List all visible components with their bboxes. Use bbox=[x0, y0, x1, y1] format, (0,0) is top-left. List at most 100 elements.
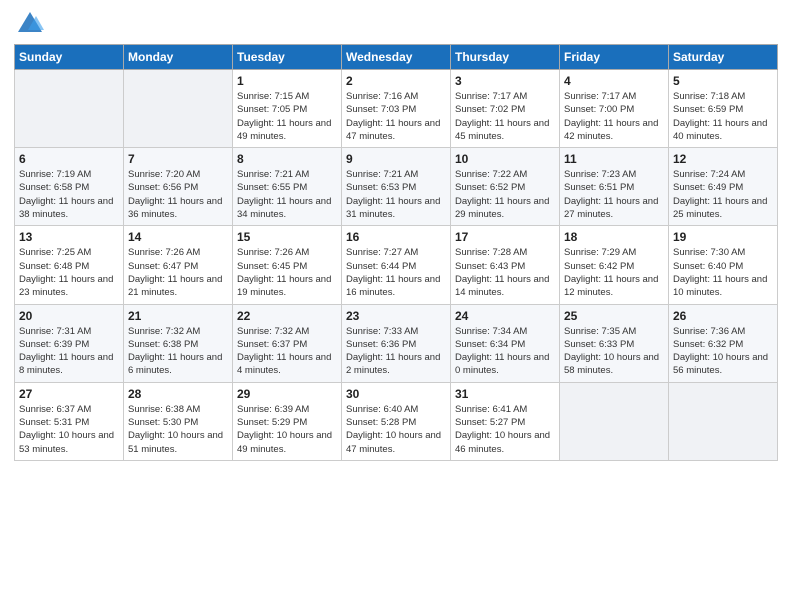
day-number: 24 bbox=[455, 309, 555, 323]
day-info: Sunrise: 7:18 AM Sunset: 6:59 PM Dayligh… bbox=[673, 90, 773, 143]
calendar-header-friday: Friday bbox=[560, 45, 669, 70]
day-info: Sunrise: 7:21 AM Sunset: 6:53 PM Dayligh… bbox=[346, 168, 446, 221]
page: SundayMondayTuesdayWednesdayThursdayFrid… bbox=[0, 0, 792, 612]
day-info: Sunrise: 7:29 AM Sunset: 6:42 PM Dayligh… bbox=[564, 246, 664, 299]
calendar-cell: 6 Sunrise: 7:19 AM Sunset: 6:58 PM Daylig… bbox=[15, 148, 124, 226]
day-number: 27 bbox=[19, 387, 119, 401]
calendar-cell: 20Sunrise: 7:31 AM Sunset: 6:39 PM Dayli… bbox=[15, 304, 124, 382]
day-info: Sunrise: 7:19 AM Sunset: 6:58 PM Dayligh… bbox=[19, 168, 119, 221]
calendar-header-row: SundayMondayTuesdayWednesdayThursdayFrid… bbox=[15, 45, 778, 70]
logo-icon bbox=[16, 10, 44, 38]
calendar-cell bbox=[560, 382, 669, 460]
day-number: 6 bbox=[19, 152, 119, 166]
calendar-cell: 24 Sunrise: 7:34 AM Sunset: 6:34 PM Dayli… bbox=[451, 304, 560, 382]
day-info: Sunrise: 7:21 AM Sunset: 6:55 PM Dayligh… bbox=[237, 168, 337, 221]
day-number: 5 bbox=[673, 74, 773, 88]
day-info: Sunrise: 7:27 AM Sunset: 6:44 PM Dayligh… bbox=[346, 246, 446, 299]
day-info: Sunrise: 6:40 AM Sunset: 5:28 PM Dayligh… bbox=[346, 403, 446, 456]
calendar-cell: 21Sunrise: 7:32 AM Sunset: 6:38 PM Dayli… bbox=[124, 304, 233, 382]
day-info: Sunrise: 7:17 AM Sunset: 7:00 PM Dayligh… bbox=[564, 90, 664, 143]
day-number: 8 bbox=[237, 152, 337, 166]
day-info: Sunrise: 7:20 AM Sunset: 6:56 PM Dayligh… bbox=[128, 168, 228, 221]
calendar-cell bbox=[124, 70, 233, 148]
day-info: Sunrise: 7:31 AM Sunset: 6:39 PM Dayligh… bbox=[19, 325, 119, 378]
day-number: 2 bbox=[346, 74, 446, 88]
day-number: 30 bbox=[346, 387, 446, 401]
calendar-cell: 16 Sunrise: 7:27 AM Sunset: 6:44 PM Dayli… bbox=[342, 226, 451, 304]
calendar-cell: 4 Sunrise: 7:17 AM Sunset: 7:00 PM Daylig… bbox=[560, 70, 669, 148]
calendar-week-row: 27 Sunrise: 6:37 AM Sunset: 5:31 PM Dayli… bbox=[15, 382, 778, 460]
day-info: Sunrise: 7:33 AM Sunset: 6:36 PM Dayligh… bbox=[346, 325, 446, 378]
calendar-cell: 10 Sunrise: 7:22 AM Sunset: 6:52 PM Dayli… bbox=[451, 148, 560, 226]
calendar-header-wednesday: Wednesday bbox=[342, 45, 451, 70]
day-number: 15 bbox=[237, 230, 337, 244]
day-number: 10 bbox=[455, 152, 555, 166]
calendar-cell: 17 Sunrise: 7:28 AM Sunset: 6:43 PM Dayli… bbox=[451, 226, 560, 304]
calendar-table: SundayMondayTuesdayWednesdayThursdayFrid… bbox=[14, 44, 778, 461]
calendar-cell: 2 Sunrise: 7:16 AM Sunset: 7:03 PM Daylig… bbox=[342, 70, 451, 148]
calendar-header-monday: Monday bbox=[124, 45, 233, 70]
calendar-cell: 5 Sunrise: 7:18 AM Sunset: 6:59 PM Daylig… bbox=[669, 70, 778, 148]
calendar-cell: 27 Sunrise: 6:37 AM Sunset: 5:31 PM Dayli… bbox=[15, 382, 124, 460]
calendar-cell: 8 Sunrise: 7:21 AM Sunset: 6:55 PM Daylig… bbox=[233, 148, 342, 226]
day-number: 21 bbox=[128, 309, 228, 323]
calendar-cell: 18Sunrise: 7:29 AM Sunset: 6:42 PM Dayli… bbox=[560, 226, 669, 304]
day-number: 9 bbox=[346, 152, 446, 166]
day-number: 29 bbox=[237, 387, 337, 401]
day-info: Sunrise: 7:23 AM Sunset: 6:51 PM Dayligh… bbox=[564, 168, 664, 221]
day-number: 14 bbox=[128, 230, 228, 244]
day-number: 3 bbox=[455, 74, 555, 88]
day-info: Sunrise: 7:30 AM Sunset: 6:40 PM Dayligh… bbox=[673, 246, 773, 299]
calendar-cell: 14 Sunrise: 7:26 AM Sunset: 6:47 PM Dayli… bbox=[124, 226, 233, 304]
calendar-week-row: 6 Sunrise: 7:19 AM Sunset: 6:58 PM Daylig… bbox=[15, 148, 778, 226]
day-number: 1 bbox=[237, 74, 337, 88]
calendar-cell: 29Sunrise: 6:39 AM Sunset: 5:29 PM Dayli… bbox=[233, 382, 342, 460]
calendar-cell: 22 Sunrise: 7:32 AM Sunset: 6:37 PM Dayli… bbox=[233, 304, 342, 382]
calendar-cell: 26 Sunrise: 7:36 AM Sunset: 6:32 PM Dayli… bbox=[669, 304, 778, 382]
calendar-cell bbox=[15, 70, 124, 148]
day-number: 22 bbox=[237, 309, 337, 323]
calendar-cell: 28 Sunrise: 6:38 AM Sunset: 5:30 PM Dayli… bbox=[124, 382, 233, 460]
logo bbox=[14, 10, 44, 38]
calendar-cell: 3Sunrise: 7:17 AM Sunset: 7:02 PM Daylig… bbox=[451, 70, 560, 148]
calendar-cell: 15Sunrise: 7:26 AM Sunset: 6:45 PM Dayli… bbox=[233, 226, 342, 304]
day-info: Sunrise: 6:41 AM Sunset: 5:27 PM Dayligh… bbox=[455, 403, 555, 456]
calendar-cell: 11 Sunrise: 7:23 AM Sunset: 6:51 PM Dayli… bbox=[560, 148, 669, 226]
day-info: Sunrise: 6:38 AM Sunset: 5:30 PM Dayligh… bbox=[128, 403, 228, 456]
day-number: 12 bbox=[673, 152, 773, 166]
day-info: Sunrise: 7:22 AM Sunset: 6:52 PM Dayligh… bbox=[455, 168, 555, 221]
day-number: 25 bbox=[564, 309, 664, 323]
calendar-header-tuesday: Tuesday bbox=[233, 45, 342, 70]
calendar-cell: 1 Sunrise: 7:15 AM Sunset: 7:05 PM Daylig… bbox=[233, 70, 342, 148]
day-info: Sunrise: 7:16 AM Sunset: 7:03 PM Dayligh… bbox=[346, 90, 446, 143]
calendar-cell: 19Sunrise: 7:30 AM Sunset: 6:40 PM Dayli… bbox=[669, 226, 778, 304]
day-number: 26 bbox=[673, 309, 773, 323]
day-number: 11 bbox=[564, 152, 664, 166]
calendar-header-sunday: Sunday bbox=[15, 45, 124, 70]
calendar-week-row: 13 Sunrise: 7:25 AM Sunset: 6:48 PM Dayli… bbox=[15, 226, 778, 304]
day-info: Sunrise: 7:25 AM Sunset: 6:48 PM Dayligh… bbox=[19, 246, 119, 299]
day-info: Sunrise: 7:36 AM Sunset: 6:32 PM Dayligh… bbox=[673, 325, 773, 378]
day-number: 13 bbox=[19, 230, 119, 244]
day-info: Sunrise: 7:24 AM Sunset: 6:49 PM Dayligh… bbox=[673, 168, 773, 221]
day-info: Sunrise: 7:28 AM Sunset: 6:43 PM Dayligh… bbox=[455, 246, 555, 299]
day-info: Sunrise: 7:15 AM Sunset: 7:05 PM Dayligh… bbox=[237, 90, 337, 143]
day-info: Sunrise: 7:26 AM Sunset: 6:47 PM Dayligh… bbox=[128, 246, 228, 299]
calendar-cell: 13 Sunrise: 7:25 AM Sunset: 6:48 PM Dayli… bbox=[15, 226, 124, 304]
day-number: 28 bbox=[128, 387, 228, 401]
calendar-header-thursday: Thursday bbox=[451, 45, 560, 70]
calendar-cell: 7 Sunrise: 7:20 AM Sunset: 6:56 PM Daylig… bbox=[124, 148, 233, 226]
calendar-header-saturday: Saturday bbox=[669, 45, 778, 70]
calendar-week-row: 20Sunrise: 7:31 AM Sunset: 6:39 PM Dayli… bbox=[15, 304, 778, 382]
day-number: 4 bbox=[564, 74, 664, 88]
day-info: Sunrise: 7:34 AM Sunset: 6:34 PM Dayligh… bbox=[455, 325, 555, 378]
calendar-cell: 25 Sunrise: 7:35 AM Sunset: 6:33 PM Dayli… bbox=[560, 304, 669, 382]
day-info: Sunrise: 7:35 AM Sunset: 6:33 PM Dayligh… bbox=[564, 325, 664, 378]
calendar-cell: 31Sunrise: 6:41 AM Sunset: 5:27 PM Dayli… bbox=[451, 382, 560, 460]
day-number: 16 bbox=[346, 230, 446, 244]
day-info: Sunrise: 7:32 AM Sunset: 6:37 PM Dayligh… bbox=[237, 325, 337, 378]
day-number: 7 bbox=[128, 152, 228, 166]
day-number: 17 bbox=[455, 230, 555, 244]
day-info: Sunrise: 6:37 AM Sunset: 5:31 PM Dayligh… bbox=[19, 403, 119, 456]
calendar-cell: 23Sunrise: 7:33 AM Sunset: 6:36 PM Dayli… bbox=[342, 304, 451, 382]
